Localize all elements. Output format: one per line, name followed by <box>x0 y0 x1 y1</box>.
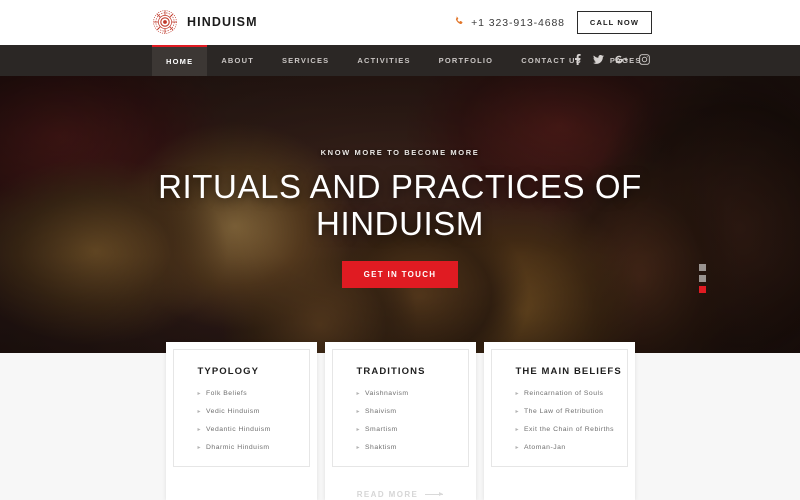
site-header: HINDUISM +1 323-913-4688 CALL NOW <box>0 0 800 45</box>
chevron-right-icon: ▸ <box>356 408 361 415</box>
list-item[interactable]: ▸ Vedic Hinduism <box>198 408 309 415</box>
card-list: ▸ Reincarnation of Souls ▸ The Law of Retr… <box>516 390 627 451</box>
list-item-label: Vedic Hinduism <box>206 408 260 415</box>
header-contact-group: +1 323-913-4688 CALL NOW <box>454 11 652 34</box>
chevron-right-icon: ▸ <box>197 426 202 433</box>
slider-dot-2[interactable] <box>699 275 706 282</box>
list-item-label: Smartism <box>365 426 398 433</box>
hero-eyebrow: KNOW MORE TO BECOME MORE <box>320 148 480 157</box>
slider-dot-1[interactable] <box>699 264 706 271</box>
chevron-right-icon: ▸ <box>515 444 520 451</box>
list-item-label: Dharmic Hinduism <box>206 444 270 451</box>
feature-cards: TYPOLOGY ▸ Folk Beliefs ▸ Vedic Hinduism ▸… <box>0 342 800 500</box>
hero-content: KNOW MORE TO BECOME MORE RITUALS AND PRA… <box>0 148 800 288</box>
list-item-label: Exit the Chain of Rebirths <box>524 426 615 433</box>
nav-item-about[interactable]: ABOUT <box>207 45 268 76</box>
call-now-button[interactable]: CALL NOW <box>576 11 652 34</box>
slider-dot-3[interactable] <box>699 286 706 293</box>
list-item-label: Shaivism <box>365 408 397 415</box>
list-item[interactable]: ▸ Exit the Chain of Rebirths <box>516 426 627 433</box>
brand-logo[interactable]: HINDUISM <box>152 9 258 35</box>
read-more-link[interactable]: READ MORE <box>0 490 800 499</box>
list-item-label: The Law of Retribution <box>524 408 604 415</box>
card-title: TRADITIONS <box>356 366 426 377</box>
list-item-label: Reincarnation of Souls <box>524 390 604 397</box>
list-item-label: Atoman-Jan <box>524 444 566 451</box>
hero-title: RITUALS AND PRACTICES OF HINDUISM <box>158 168 642 242</box>
list-item-label: Vaishnavism <box>365 390 409 397</box>
nav-item-activities[interactable]: ACTIVITIES <box>343 45 424 76</box>
twitter-icon[interactable] <box>593 52 604 70</box>
list-item[interactable]: ▸ Atoman-Jan <box>516 444 627 451</box>
list-item[interactable]: ▸ Smartism <box>357 426 468 433</box>
chevron-right-icon: ▸ <box>515 408 520 415</box>
card-title: TYPOLOGY <box>197 366 260 377</box>
phone-icon <box>454 14 465 32</box>
chevron-right-icon: ▸ <box>197 444 202 451</box>
google-plus-icon[interactable] <box>615 52 628 70</box>
list-item-label: Vedantic Hinduism <box>206 426 271 433</box>
arrow-right-icon <box>425 492 444 496</box>
list-item[interactable]: ▸ Shaivism <box>357 408 468 415</box>
read-more-label: READ MORE <box>356 490 419 499</box>
list-item[interactable]: ▸ The Law of Retribution <box>516 408 627 415</box>
card-list: ▸ Folk Beliefs ▸ Vedic Hinduism ▸ Vedantic … <box>198 390 309 451</box>
card-main-beliefs: THE MAIN BELIEFS ▸ Reincarnation of Souls… <box>483 342 635 500</box>
chevron-right-icon: ▸ <box>515 426 520 433</box>
brand-name: HINDUISM <box>187 15 258 29</box>
hero-section: KNOW MORE TO BECOME MORE RITUALS AND PRA… <box>0 76 800 353</box>
chevron-right-icon: ▸ <box>197 408 202 415</box>
chevron-right-icon: ▸ <box>515 390 520 397</box>
page-root: HINDUISM +1 323-913-4688 CALL NOW HOME A… <box>0 0 800 500</box>
card-list: ▸ Vaishnavism ▸ Shaivism ▸ Smartism ▸ Shakti… <box>357 390 468 451</box>
chevron-right-icon: ▸ <box>356 390 361 397</box>
nav-item-services[interactable]: SERVICES <box>268 45 343 76</box>
card-title: THE MAIN BELIEFS <box>515 366 622 377</box>
nav-item-home[interactable]: HOME <box>152 45 208 76</box>
list-item-label: Shaktism <box>365 444 397 451</box>
card-traditions: TRADITIONS ▸ Vaishnavism ▸ Shaivism ▸ Smart… <box>324 342 476 500</box>
chevron-right-icon: ▸ <box>356 444 361 451</box>
chevron-right-icon: ▸ <box>197 390 202 397</box>
nav-item-portfolio[interactable]: PORTFOLIO <box>425 45 508 76</box>
list-item[interactable]: ▸ Reincarnation of Souls <box>516 390 627 397</box>
list-item[interactable]: ▸ Vaishnavism <box>357 390 468 397</box>
list-item[interactable]: ▸ Shaktism <box>357 444 468 451</box>
phone-link[interactable]: +1 323-913-4688 <box>454 14 565 32</box>
card-typology: TYPOLOGY ▸ Folk Beliefs ▸ Vedic Hinduism ▸… <box>165 342 317 500</box>
mandala-icon <box>152 9 178 35</box>
social-links <box>573 45 650 76</box>
list-item[interactable]: ▸ Folk Beliefs <box>198 390 309 397</box>
list-item[interactable]: ▸ Vedantic Hinduism <box>198 426 309 433</box>
list-item-label: Folk Beliefs <box>206 390 248 397</box>
chevron-right-icon: ▸ <box>356 426 361 433</box>
facebook-icon[interactable] <box>573 52 582 70</box>
instagram-icon[interactable] <box>639 52 650 70</box>
list-item[interactable]: ▸ Dharmic Hinduism <box>198 444 309 451</box>
main-navigation: HOME ABOUT SERVICES ACTIVITIES PORTFOLIO… <box>0 45 800 76</box>
get-in-touch-button[interactable]: GET IN TOUCH <box>341 260 459 288</box>
slider-pagination <box>699 264 706 293</box>
phone-number: +1 323-913-4688 <box>471 16 565 29</box>
